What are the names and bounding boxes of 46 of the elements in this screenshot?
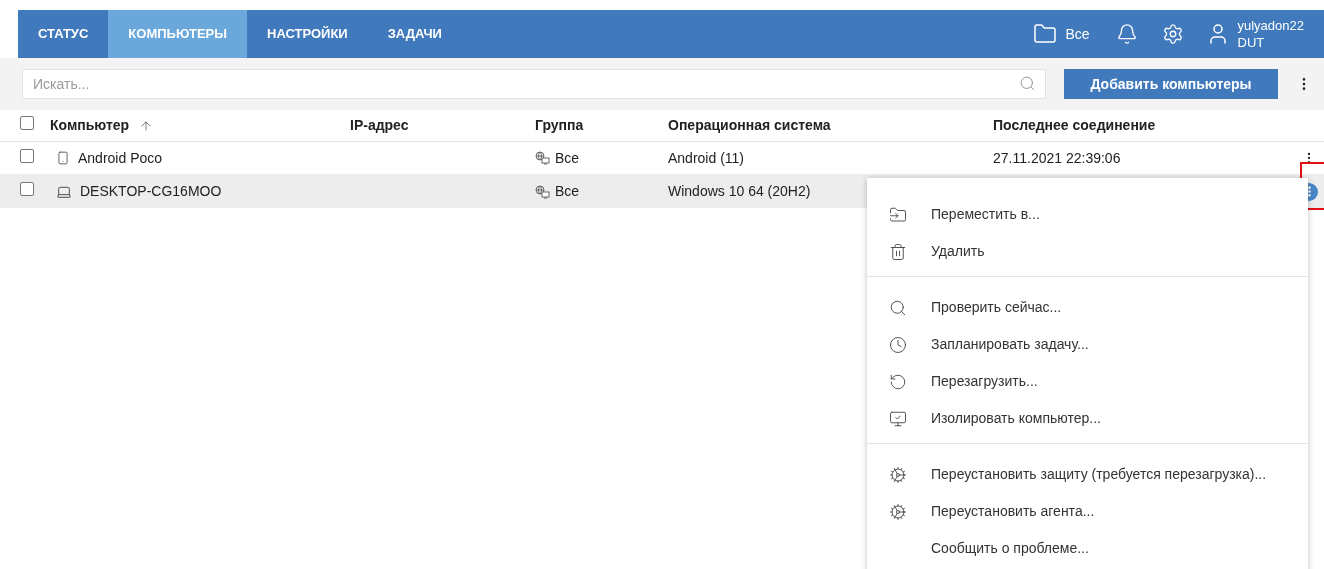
add-computers-button[interactable]: Добавить компьютеры xyxy=(1064,69,1278,99)
user-name: yulyadon22 xyxy=(1237,17,1304,34)
checkbox[interactable] xyxy=(20,148,34,163)
menu-item[interactable]: Сообщить о проблеме... xyxy=(867,530,1308,567)
network-computer-icon xyxy=(535,151,550,165)
menu-item-icon xyxy=(889,298,907,317)
table-cell-text: Android Poco xyxy=(78,148,163,168)
column-header[interactable]: Компьютер xyxy=(50,115,130,136)
table-cell-text: Все xyxy=(555,182,580,201)
menu-item-icon xyxy=(889,409,907,428)
table-cell: Windows 10 64 (20H2) xyxy=(668,183,811,199)
menu-item[interactable]: Изолировать компьютер... xyxy=(867,400,1308,437)
menu-item-icon xyxy=(889,335,907,354)
search-icon xyxy=(1019,75,1036,92)
phone-icon xyxy=(56,151,70,165)
table-cell-text: 27.11.2021 22:39:06 xyxy=(993,148,1121,168)
table-cell: Android (11) xyxy=(668,149,744,166)
nav-tab[interactable]: НАСТРОЙКИ xyxy=(247,10,368,58)
table-cell-text: Все xyxy=(555,148,580,168)
menu-item[interactable]: Проверить сейчас... xyxy=(867,289,1308,326)
bell-icon xyxy=(1115,23,1138,45)
settings-icon xyxy=(1161,23,1184,45)
menu-item[interactable]: Перезагрузить... xyxy=(867,363,1308,400)
menu-item[interactable]: Переустановить защиту (требуется перезагрузка)... xyxy=(867,456,1308,493)
menu-item-icon xyxy=(889,372,907,391)
menu-item[interactable]: Запланировать задачу... xyxy=(867,326,1308,363)
menu-item-icon xyxy=(889,205,907,224)
nav-tab[interactable]: ЗАДАЧИ xyxy=(367,10,462,58)
column-header[interactable]: Группа xyxy=(535,115,584,136)
column-header[interactable]: Последнее соединение xyxy=(993,115,1156,136)
menu-item-icon xyxy=(889,502,907,521)
checkbox[interactable] xyxy=(20,182,34,196)
checkbox[interactable] xyxy=(20,116,34,130)
column-header[interactable]: Операционная система xyxy=(668,115,831,136)
table-cell-text: DESKTOP-CG16MOO xyxy=(80,182,222,201)
folder-icon xyxy=(1033,22,1058,46)
search-field[interactable]: Искать... xyxy=(22,69,1046,99)
group-selector[interactable]: Все xyxy=(1033,10,1104,58)
menu-item[interactable]: Удалить xyxy=(867,233,1308,270)
user-org: DUT xyxy=(1237,34,1266,51)
menu-item-icon xyxy=(889,242,907,261)
column-header[interactable]: IP-адрес xyxy=(350,115,409,136)
menu-item-icon xyxy=(889,465,907,484)
nav-tab[interactable]: СТАТУС xyxy=(18,10,109,58)
menu-item[interactable]: Переустановить агента... xyxy=(867,493,1308,530)
network-computer-icon xyxy=(535,184,550,199)
